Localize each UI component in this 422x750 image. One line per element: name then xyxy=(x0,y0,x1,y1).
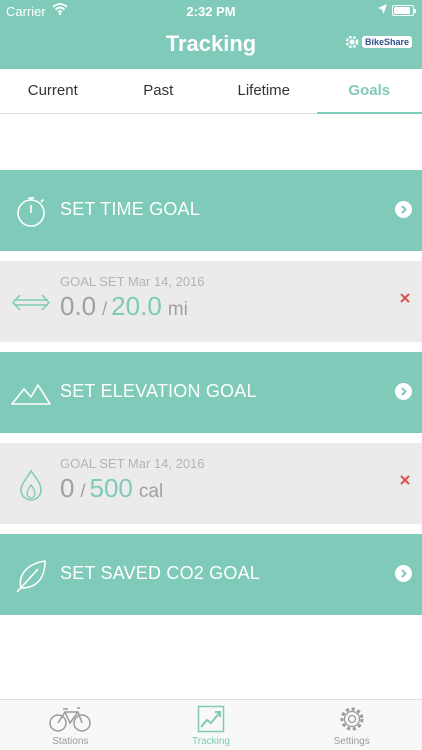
tab-lifetime-label: Lifetime xyxy=(237,82,291,99)
remove-calories-goal-icon[interactable] xyxy=(398,473,412,487)
bottom-tab-bar: Stations Tracking Settings xyxy=(0,699,422,750)
distance-current-value: 0.0 xyxy=(60,291,97,321)
calories-current-value: 0 xyxy=(60,473,75,503)
chart-icon xyxy=(197,705,225,733)
stopwatch-icon xyxy=(17,197,45,227)
bicycle-icon xyxy=(49,707,92,732)
calories-goal-progress: 0/500 cal xyxy=(60,473,163,504)
set-co2-goal-button[interactable]: SET SAVED CO2 GOAL xyxy=(0,534,422,615)
distance-unit: mi xyxy=(167,299,188,320)
distance-arrows-icon xyxy=(11,294,51,311)
tab-lifetime[interactable]: Lifetime xyxy=(211,69,317,113)
tracking-tabs: Current Past Lifetime Goals xyxy=(0,69,422,114)
tabbar-stations-label: Stations xyxy=(52,736,89,747)
tab-past[interactable]: Past xyxy=(106,69,212,113)
tab-current-label: Current xyxy=(27,82,78,99)
calories-goal-card: GOAL SET Mar 14, 2016 0/500 cal xyxy=(0,443,422,524)
calories-separator: / xyxy=(80,481,86,501)
status-time: 2:32 PM xyxy=(186,4,236,19)
calories-target-value: 500 xyxy=(89,473,133,503)
tabbar-settings[interactable]: Settings xyxy=(281,700,422,750)
distance-goal-date: GOAL SET Mar 14, 2016 xyxy=(60,274,205,289)
mountain-icon xyxy=(11,384,51,405)
chevron-right-icon xyxy=(395,565,412,582)
location-arrow-icon xyxy=(377,3,388,18)
nav-header: Carrier 2:32 PM Tracking BikeShare xyxy=(0,0,422,69)
tabbar-tracking[interactable]: Tracking xyxy=(141,700,282,750)
battery-icon xyxy=(392,5,416,16)
tab-goals[interactable]: Goals xyxy=(316,69,422,114)
set-co2-goal-label: SET SAVED CO2 GOAL xyxy=(60,563,261,583)
tab-goals-label: Goals xyxy=(348,82,391,99)
chevron-right-icon xyxy=(395,383,412,400)
tab-past-label: Past xyxy=(143,82,174,99)
gear-icon xyxy=(340,707,364,731)
set-elevation-goal-label: SET ELEVATION GOAL xyxy=(60,381,257,401)
tab-current[interactable]: Current xyxy=(0,69,106,113)
calories-goal-date: GOAL SET Mar 14, 2016 xyxy=(60,456,205,471)
logo-text: BikeShare xyxy=(361,36,412,48)
leaf-icon xyxy=(16,560,46,593)
set-elevation-goal-button[interactable]: SET ELEVATION GOAL xyxy=(0,352,422,433)
flame-icon xyxy=(20,469,42,501)
distance-goal-card: GOAL SET Mar 14, 2016 0.0/20.0 mi xyxy=(0,261,422,342)
calories-unit: cal xyxy=(138,481,164,502)
remove-distance-goal-icon[interactable] xyxy=(398,291,412,305)
tabbar-settings-label: Settings xyxy=(333,736,370,747)
set-time-goal-button[interactable]: SET TIME GOAL xyxy=(0,170,422,251)
chevron-right-icon xyxy=(395,201,412,218)
status-bar: Carrier 2:32 PM xyxy=(0,0,422,22)
gear-icon xyxy=(345,35,359,49)
distance-separator: / xyxy=(102,299,108,319)
set-time-goal-label: SET TIME GOAL xyxy=(60,199,200,219)
tabbar-stations[interactable]: Stations xyxy=(0,700,141,750)
distance-goal-progress: 0.0/20.0 mi xyxy=(60,291,188,322)
tabbar-tracking-label: Tracking xyxy=(192,736,230,747)
distance-target-value: 20.0 xyxy=(111,291,162,321)
bikeshare-logo: BikeShare xyxy=(344,34,412,50)
